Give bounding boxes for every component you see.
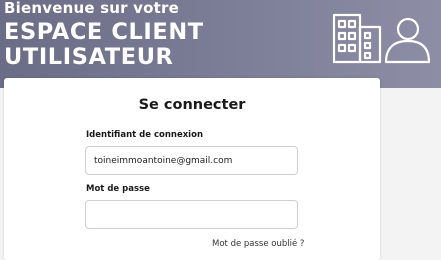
login-card: Se connecter Identifiant de connexion Mo…: [4, 78, 380, 260]
login-input[interactable]: [85, 146, 298, 175]
buildings-user-icon: [332, 13, 430, 64]
page-title-line2: UTILISATEUR: [4, 44, 174, 70]
page-title-line1: ESPACE CLIENT: [4, 19, 204, 45]
login-title: Se connecter: [138, 97, 246, 113]
welcome-text: Bienvenue sur votre: [4, 0, 179, 17]
login-label: Identifiant de connexion: [86, 130, 203, 140]
password-label: Mot de passe: [86, 184, 150, 194]
forgot-password-link[interactable]: Mot de passe oublié ?: [212, 239, 304, 249]
header-banner: Bienvenue sur votre ESPACE CLIENT UTILIS…: [0, 0, 441, 88]
password-input[interactable]: [85, 200, 298, 229]
